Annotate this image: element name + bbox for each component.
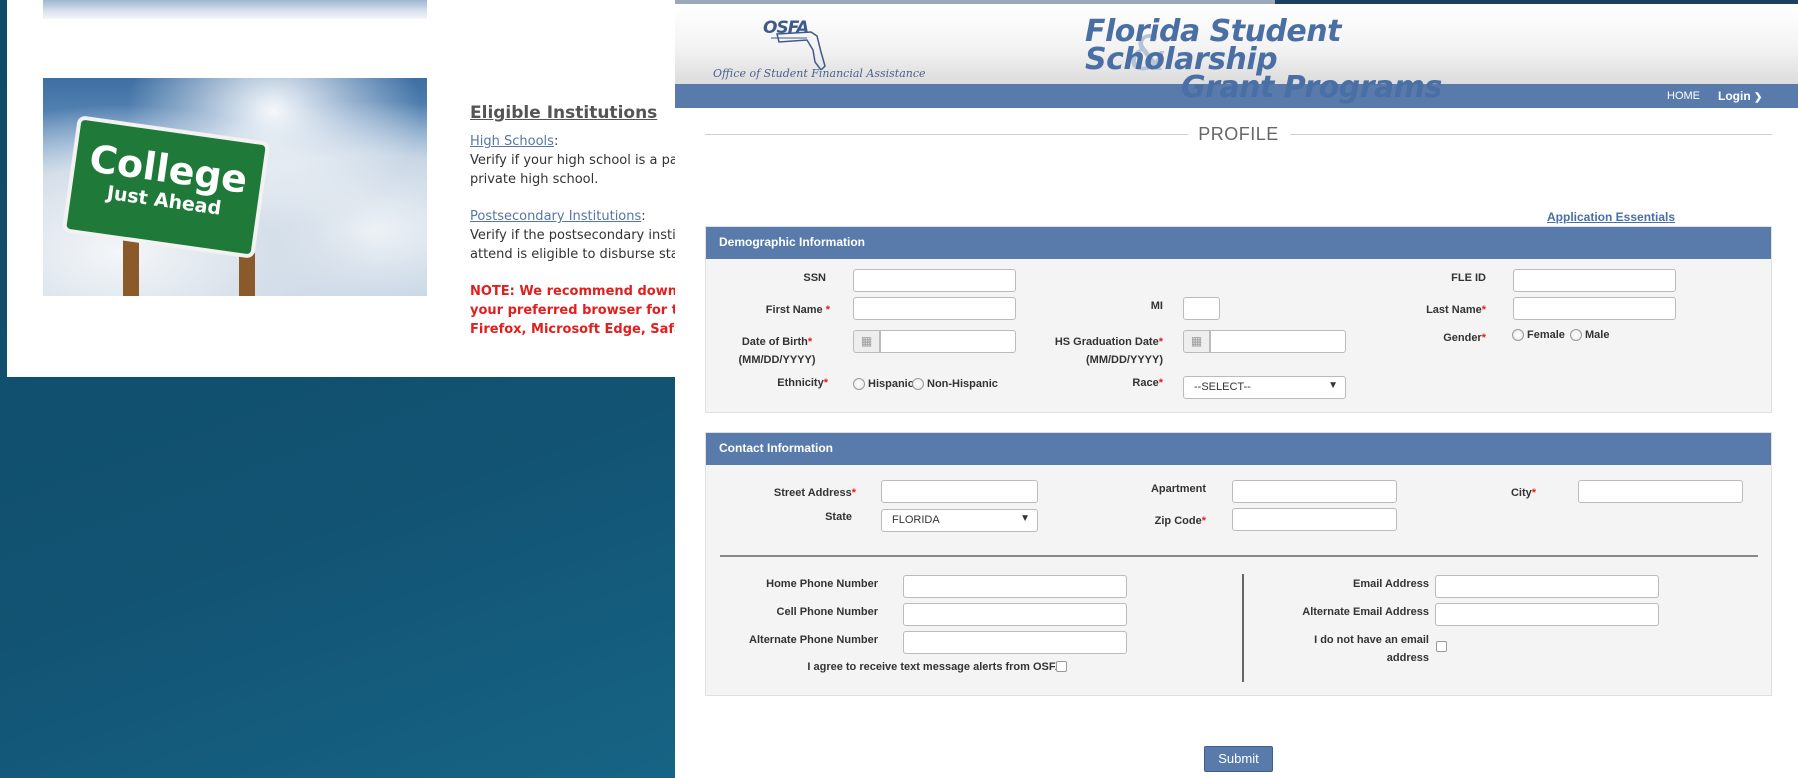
race-label: Race* [1132,377,1163,389]
page-title: PROFILE [1198,124,1279,144]
ssn-input[interactable] [853,269,1016,292]
apartment-input[interactable] [1232,480,1397,503]
high-schools-section: High Schools: Verify if your high school… [470,132,684,189]
fle-id-label: FLE ID [1451,272,1486,284]
home-phone-label: Home Phone Number [766,578,878,590]
gender-male-radio[interactable] [1570,329,1582,341]
column-divider [1242,574,1244,682]
background-window: College Just Ahead Eligible Institutions… [7,0,684,377]
dropdown-arrow-icon: ▼ [1328,380,1338,391]
text-alerts-label: I agree to receive text message alerts f… [807,661,1066,673]
high-schools-link[interactable]: High Schools [470,134,554,149]
gender-female-radio[interactable] [1512,329,1524,341]
dob-input[interactable] [880,330,1016,353]
profile-window: OSFA Office of Student Financial Assista… [675,0,1798,778]
city-input[interactable] [1578,480,1743,503]
state-label: State [825,511,852,523]
high-schools-text: Verify if your high school is a partici [470,153,684,168]
ethnicity-hispanic-radio[interactable] [853,378,865,390]
section-divider [720,555,1758,557]
zip-input[interactable] [1232,508,1397,531]
college-sign: College Just Ahead [61,115,271,259]
apartment-label: Apartment [1150,483,1206,495]
mi-input[interactable] [1183,297,1220,320]
first-name-input[interactable] [853,297,1016,320]
dropdown-arrow-icon: ▼ [1020,513,1030,524]
eligible-heading: Eligible Institutions [470,104,658,123]
calendar-icon[interactable]: ▦ [1183,330,1210,353]
chevron-down-icon: ❯ [1754,92,1763,103]
ethnicity-nonhispanic-label: Non-Hispanic [927,378,998,390]
state-select[interactable]: FLORIDA ▼ [881,509,1038,532]
fle-id-input[interactable] [1513,269,1676,292]
college-sign-image: College Just Ahead [43,78,427,296]
postsecondary-section: Postsecondary Institutions: Verify if th… [470,207,684,264]
ethnicity-nonhispanic-radio[interactable] [912,378,924,390]
dob-label: Date of Birth* (MM/DD/YYYY) [738,336,816,366]
alt-email-label: Alternate Email Address [1302,606,1429,618]
alt-email-input[interactable] [1435,603,1659,626]
home-phone-input[interactable] [903,575,1127,598]
no-email-checkbox[interactable] [1436,641,1447,652]
contact-panel-title: Contact Information [706,433,1771,465]
ssn-label: SSN [803,272,826,284]
application-essentials-link[interactable]: Application Essentials [1547,210,1675,224]
email-input[interactable] [1435,575,1659,598]
office-label: Office of Student Financial Assistance [713,67,926,80]
last-name-input[interactable] [1513,297,1676,320]
postsecondary-text: Verify if the postsecondary instituti [470,228,684,243]
title-line2: Grant Programs [1181,70,1442,105]
ethnicity-label: Ethnicity* [777,377,828,389]
nav-login-label: Login [1718,89,1751,103]
browser-note: NOTE: We recommend downloadi your prefer… [470,284,684,337]
street-input[interactable] [881,480,1038,503]
state-select-value: FLORIDA [892,514,940,526]
sky-banner-image [43,0,427,19]
florida-map-icon [771,31,826,70]
race-select-value: --SELECT-- [1194,381,1251,393]
cell-phone-label: Cell Phone Number [776,606,878,618]
profile-heading: PROFILE [705,124,1772,144]
sign-post [239,253,255,296]
mi-label: MI [1150,300,1163,312]
site-banner: OSFA Office of Student Financial Assista… [675,4,1798,103]
postsecondary-link[interactable]: Postsecondary Institutions [470,209,641,224]
race-select[interactable]: --SELECT-- ▼ [1183,376,1346,399]
street-label: Street Address* [773,487,856,499]
alt-phone-label: Alternate Phone Number [749,634,878,646]
eligible-institutions-text: Eligible Institutions High Schools: Veri… [470,104,684,339]
nav-home-link[interactable]: HOME [1667,90,1700,102]
zip-label: Zip Code* [1154,515,1206,527]
contact-panel: Contact Information Street Address* Apar… [705,432,1772,696]
email-label: Email Address [1352,578,1429,590]
hs-grad-label: HS Graduation Date* (MM/DD/YYYY) [1054,336,1163,366]
osfa-logo[interactable]: OSFA [763,14,843,70]
demographic-panel-title: Demographic Information [706,227,1771,259]
last-name-label: Last Name* [1426,304,1486,316]
title-line1: Florida Student Scholarship [1085,14,1341,77]
ethnicity-hispanic-label: Hispanic [868,378,914,390]
gender-male-label: Male [1585,329,1610,341]
high-schools-text: private high school. [470,172,599,187]
submit-button[interactable]: Submit [1204,746,1273,772]
postsecondary-text: attend is eligible to disburse state a [470,247,684,262]
alt-phone-input[interactable] [903,631,1127,654]
city-label: City* [1510,487,1536,499]
gender-female-label: Female [1527,329,1565,341]
hs-grad-input[interactable] [1210,330,1346,353]
no-email-label: I do not have an email address [1314,634,1429,664]
nav-login-dropdown[interactable]: Login ❯ [1718,89,1762,103]
first-name-label: First Name * [765,304,830,316]
sign-post [123,238,139,296]
calendar-icon[interactable]: ▦ [853,330,880,353]
gender-label: Gender* [1443,332,1486,344]
text-alerts-checkbox[interactable] [1056,661,1067,672]
cell-phone-input[interactable] [903,603,1127,626]
demographic-panel: Demographic Information SSN FLE ID First… [705,226,1772,413]
